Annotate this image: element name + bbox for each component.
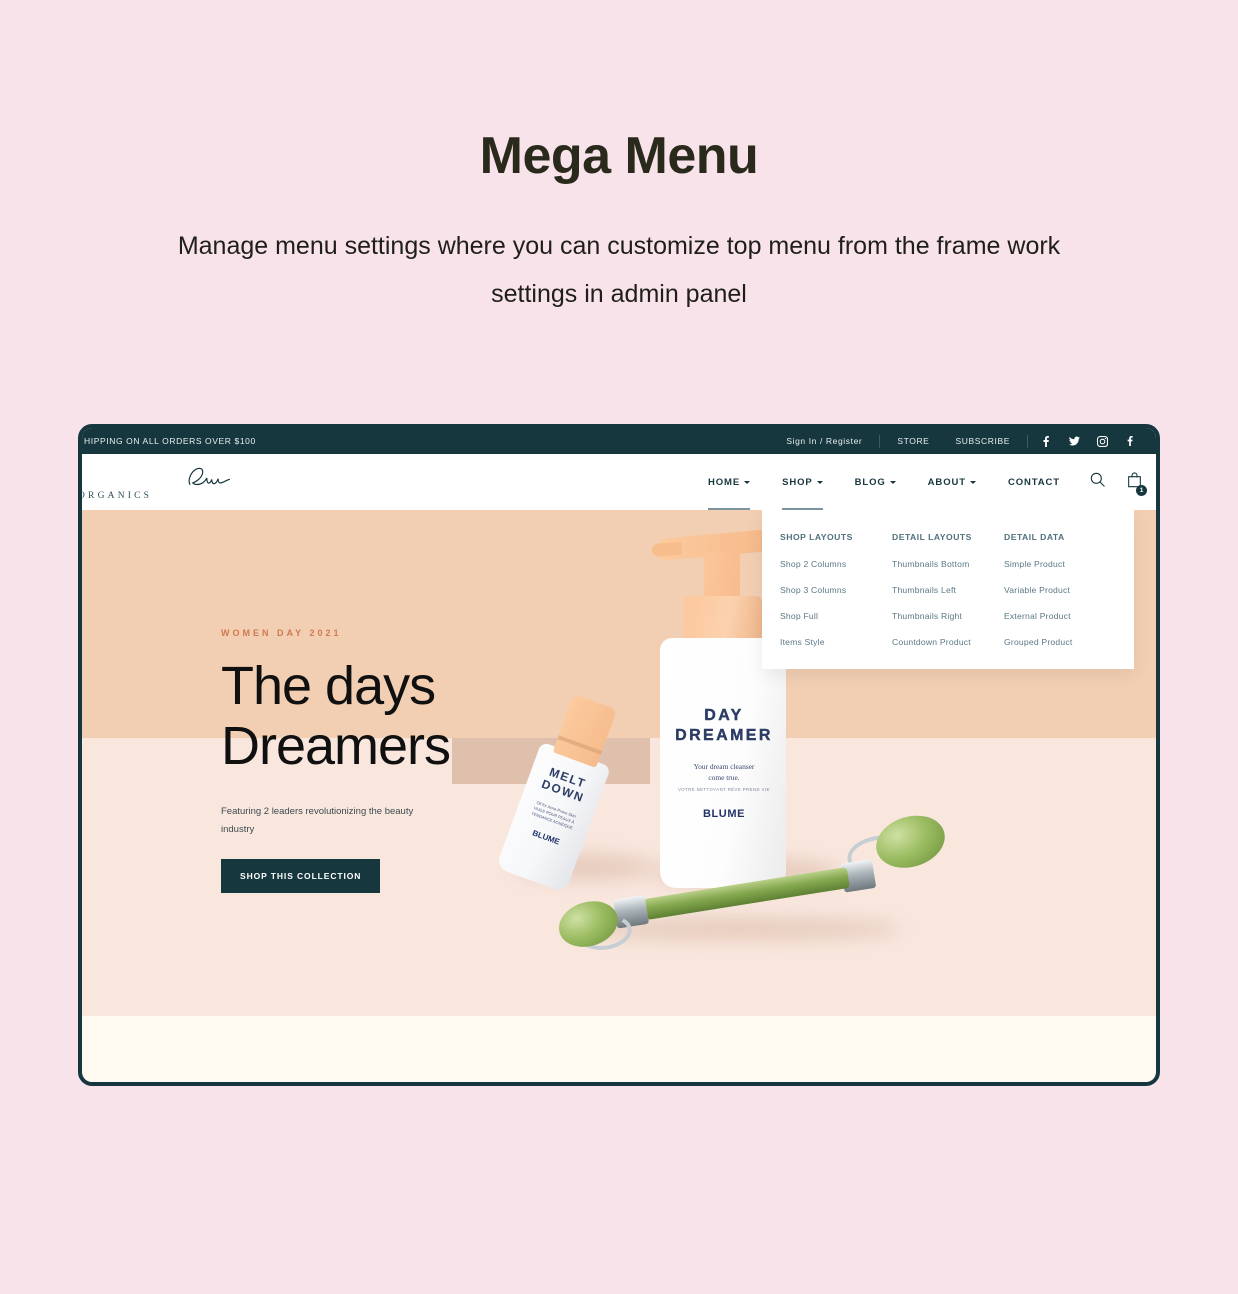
nav-item-blog[interactable]: BLOG <box>839 454 912 510</box>
nav-item-about[interactable]: ABOUT <box>912 454 992 510</box>
mega-menu-link-grouped-product[interactable]: Grouped Product <box>1004 637 1116 647</box>
page-subtitle: Manage menu settings where you can custo… <box>177 232 1061 308</box>
mega-menu-link-simple-product[interactable]: Simple Product <box>1004 559 1116 569</box>
mega-menu-link-thumbnails-bottom[interactable]: Thumbnails Bottom <box>892 559 1004 569</box>
hero-heading-line1: The days <box>221 656 436 716</box>
chevron-down-icon <box>889 481 896 484</box>
mega-menu-link-shop-full[interactable]: Shop Full <box>780 611 892 621</box>
shop-collection-button[interactable]: SHOP THIS COLLECTION <box>221 859 381 894</box>
mega-menu-link-external-product[interactable]: External Product <box>1004 611 1116 621</box>
nav-item-contact[interactable]: CONTACT <box>992 454 1076 510</box>
mega-menu-column-detail-data: DETAIL DATA Simple Product Variable Prod… <box>1004 532 1116 647</box>
sign-in-register-link[interactable]: Sign In / Register <box>773 436 875 446</box>
hero-heading: The days Dreamers <box>221 656 551 777</box>
day-dreamer-name: DAY DREAMER <box>670 706 778 746</box>
site-topbar: HIPPING ON ALL ORDERS OVER $100 Sign In … <box>82 428 1156 454</box>
nav-item-shop[interactable]: SHOP <box>766 454 839 510</box>
social-links <box>1032 435 1144 447</box>
nav-label-contact: CONTACT <box>1007 476 1060 488</box>
nav-label-about: ABOUT <box>927 476 966 488</box>
facebook-icon[interactable] <box>1032 435 1060 447</box>
main-navigation: HOME SHOP BLOG ABOUT CONTACT <box>382 454 1090 510</box>
day-dreamer-tagline: Your dream cleanser come true. <box>666 762 782 783</box>
chevron-down-icon <box>816 481 823 484</box>
subscribe-link[interactable]: SUBSCRIBE <box>942 436 1023 446</box>
hero-eyebrow: WOMEN DAY 2021 <box>221 628 342 638</box>
mega-menu-link-countdown-product[interactable]: Countdown Product <box>892 637 1004 647</box>
twitter-icon[interactable] <box>1060 436 1088 446</box>
mega-menu-heading-shop-layouts: SHOP LAYOUTS <box>780 532 853 542</box>
nav-label-home: HOME <box>707 476 741 488</box>
mega-menu-link-variable-product[interactable]: Variable Product <box>1004 585 1116 595</box>
hero-subtitle: Featuring 2 leaders revolutionizing the … <box>221 805 414 835</box>
day-dreamer-brand: BLUME <box>702 808 746 820</box>
search-icon[interactable] <box>1090 472 1105 492</box>
mega-menu-link-shop-2-columns[interactable]: Shop 2 Columns <box>780 559 892 569</box>
window-viewport: HIPPING ON ALL ORDERS OVER $100 Sign In … <box>82 428 1156 1082</box>
day-dreamer-french-text: VOTRE NETTOYANT RÊVE PREND VIE <box>678 787 770 792</box>
day-dreamer-name-line2: DREAMER <box>675 727 773 744</box>
mega-menu-link-thumbnails-left[interactable]: Thumbnails Left <box>892 585 1004 595</box>
hero-content: WOMEN DAY 2021 The days Dreamers Featuri… <box>221 628 551 894</box>
logo-signature-icon <box>188 467 231 485</box>
nav-active-indicator-shop <box>782 508 823 510</box>
mega-menu-link-shop-3-columns[interactable]: Shop 3 Columns <box>780 585 892 595</box>
topbar-right-group: Sign In / Register STORE SUBSCRIBE <box>773 434 1144 448</box>
hero-band-cream <box>82 1016 1156 1082</box>
topbar-divider-2 <box>1027 434 1028 448</box>
promo-header: Mega Menu Manage menu settings where you… <box>0 0 1238 318</box>
logo-wordmark: ORGANICS <box>82 490 153 501</box>
day-dreamer-tagline-2: come true. <box>708 772 740 782</box>
nav-active-indicator-home <box>707 508 751 510</box>
hero-heading-line2: Dreamers <box>221 716 451 777</box>
shipping-notice: HIPPING ON ALL ORDERS OVER $100 <box>84 436 256 446</box>
nav-item-home[interactable]: HOME <box>692 454 766 510</box>
mega-menu-heading-detail-layouts: DETAIL LAYOUTS <box>892 532 972 542</box>
site-logo[interactable]: ORGANICS <box>82 466 382 501</box>
cart-button[interactable]: 1 <box>1127 471 1147 496</box>
page-title: Mega Menu <box>479 127 759 185</box>
chevron-down-icon <box>969 481 976 484</box>
mega-menu-link-items-style[interactable]: Items Style <box>780 637 892 647</box>
nav-label-blog: BLOG <box>854 476 886 488</box>
site-header: ORGANICS HOME SHOP BLOG ABOUT CONTACT 1 <box>82 454 1156 510</box>
topbar-divider-1 <box>879 434 881 448</box>
youtube-icon[interactable] <box>1116 436 1144 446</box>
mega-menu-column-shop-layouts: SHOP LAYOUTS Shop 2 Columns Shop 3 Colum… <box>780 532 892 647</box>
header-actions: 1 <box>1090 471 1156 496</box>
day-dreamer-name-line1: DAY <box>704 707 744 724</box>
cart-count-badge: 1 <box>1136 484 1147 496</box>
shop-mega-menu-dropdown: SHOP LAYOUTS Shop 2 Columns Shop 3 Colum… <box>762 510 1134 669</box>
mega-menu-link-thumbnails-right[interactable]: Thumbnails Right <box>892 611 1004 621</box>
chevron-down-icon <box>744 481 751 484</box>
day-dreamer-tagline-1: Your dream cleanser <box>693 762 755 771</box>
instagram-icon[interactable] <box>1088 435 1116 447</box>
mega-menu-column-detail-layouts: DETAIL LAYOUTS Thumbnails Bottom Thumbna… <box>892 532 1004 647</box>
day-dreamer-pump-nozzle <box>651 541 683 558</box>
mega-menu-heading-detail-data: DETAIL DATA <box>1004 532 1065 542</box>
store-link[interactable]: STORE <box>884 436 942 446</box>
roller-handle <box>643 866 850 920</box>
browser-window-mockup: HIPPING ON ALL ORDERS OVER $100 Sign In … <box>78 424 1160 1086</box>
nav-label-shop: SHOP <box>782 476 813 488</box>
